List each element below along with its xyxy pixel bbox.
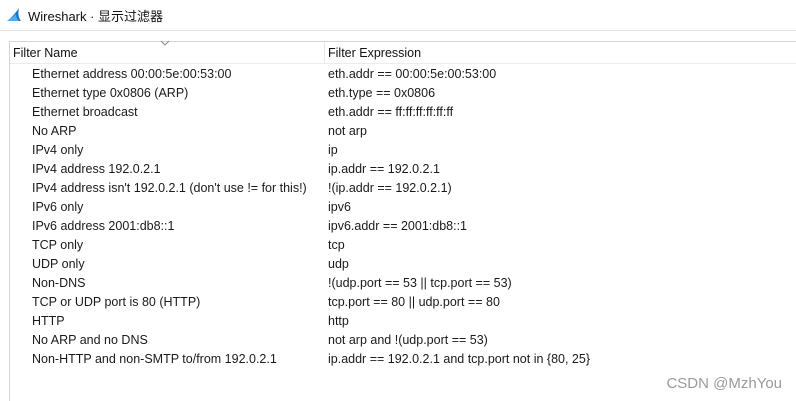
filter-name-cell: Non-HTTP and non-SMTP to/from 192.0.2.1	[32, 352, 277, 366]
table-row[interactable]: Ethernet broadcast eth.addr == ff:ff:ff:f…	[10, 103, 796, 122]
display-filters-table[interactable]: Filter Name Filter Expression Ethernet a…	[9, 40, 796, 401]
filter-expression-cell: eth.addr == ff:ff:ff:ff:ff:ff	[328, 105, 454, 119]
filter-name-cell: TCP or UDP port is 80 (HTTP)	[32, 295, 201, 309]
table-row[interactable]: No ARP and no DNS not arp and !(udp.port …	[10, 331, 796, 350]
filter-expression-cell: eth.addr == 00:00:5e:00:53:00	[328, 67, 497, 81]
table-row[interactable]: IPv6 address 2001:db8::1 ipv6.addr == 200…	[10, 217, 796, 236]
filter-name-cell: Ethernet type 0x0806 (ARP)	[32, 86, 189, 100]
filter-name-cell: IPv6 address 2001:db8::1	[32, 219, 175, 233]
filter-name-cell: No ARP	[32, 124, 77, 138]
table-row[interactable]: IPv4 address isn't 192.0.2.1 (don't use …	[10, 179, 796, 198]
table-header: Filter Name Filter Expression	[10, 40, 796, 64]
wireshark-fin-icon	[6, 7, 22, 23]
table-row[interactable]: UDP only udp	[10, 255, 796, 274]
filter-expression-cell: eth.type == 0x0806	[328, 86, 436, 100]
filter-name-cell: Ethernet address 00:00:5e:00:53:00	[32, 67, 232, 81]
column-header-filter-expression[interactable]: Filter Expression	[328, 46, 421, 60]
filter-expression-cell: tcp.port == 80 || udp.port == 80	[328, 295, 500, 309]
filter-expression-cell: !(ip.addr == 192.0.2.1)	[328, 181, 452, 195]
table-row[interactable]: IPv4 only ip	[10, 141, 796, 160]
table-row[interactable]: TCP or UDP port is 80 (HTTP) tcp.port == …	[10, 293, 796, 312]
table-row[interactable]: Non-HTTP and non-SMTP to/from 192.0.2.1 i…	[10, 350, 796, 369]
filter-name-cell: Non-DNS	[32, 276, 86, 290]
filter-expression-cell: ip.addr == 192.0.2.1 and tcp.port not in…	[328, 352, 591, 366]
column-divider[interactable]	[324, 42, 325, 63]
filter-expression-cell: http	[328, 314, 349, 328]
filter-name-cell: UDP only	[32, 257, 85, 271]
filter-name-cell: IPv4 address 192.0.2.1	[32, 162, 161, 176]
table-row[interactable]: HTTP http	[10, 312, 796, 331]
filter-name-cell: HTTP	[32, 314, 65, 328]
filter-expression-cell: ipv6.addr == 2001:db8::1	[328, 219, 468, 233]
filter-name-cell: IPv4 address isn't 192.0.2.1 (don't use …	[32, 181, 307, 195]
title-bar: Wireshark · 显示过滤器	[0, 0, 796, 31]
window-title: Wireshark · 显示过滤器	[28, 8, 164, 24]
filter-name-cell: IPv6 only	[32, 200, 84, 214]
filter-expression-cell: ipv6	[328, 200, 351, 214]
table-row[interactable]: Ethernet type 0x0806 (ARP) eth.type == 0x…	[10, 84, 796, 103]
filter-expression-cell: ip	[328, 143, 338, 157]
table-row[interactable]: Ethernet address 00:00:5e:00:53:00 eth.ad…	[10, 65, 796, 84]
sort-chevron-icon	[160, 40, 170, 46]
filter-expression-cell: not arp	[328, 124, 367, 138]
table-row[interactable]: IPv4 address 192.0.2.1 ip.addr == 192.0.2…	[10, 160, 796, 179]
filter-expression-cell: !(udp.port == 53 || tcp.port == 53)	[328, 276, 512, 290]
table-row[interactable]: TCP only tcp	[10, 236, 796, 255]
filter-expression-cell: not arp and !(udp.port == 53)	[328, 333, 488, 347]
filter-expression-cell: udp	[328, 257, 349, 271]
table-row[interactable]: No ARP not arp	[10, 122, 796, 141]
column-header-filter-name[interactable]: Filter Name	[13, 46, 78, 60]
filter-name-cell: No ARP and no DNS	[32, 333, 148, 347]
filter-expression-cell: ip.addr == 192.0.2.1	[328, 162, 440, 176]
filter-name-cell: IPv4 only	[32, 143, 84, 157]
filter-name-cell: TCP only	[32, 238, 84, 252]
table-row[interactable]: IPv6 only ipv6	[10, 198, 796, 217]
filter-expression-cell: tcp	[328, 238, 345, 252]
filter-name-cell: Ethernet broadcast	[32, 105, 138, 119]
table-row[interactable]: Non-DNS !(udp.port == 53 || tcp.port == 5…	[10, 274, 796, 293]
watermark: CSDN @MzhYou	[666, 375, 782, 392]
filter-list: Ethernet address 00:00:5e:00:53:00 eth.ad…	[10, 65, 796, 369]
